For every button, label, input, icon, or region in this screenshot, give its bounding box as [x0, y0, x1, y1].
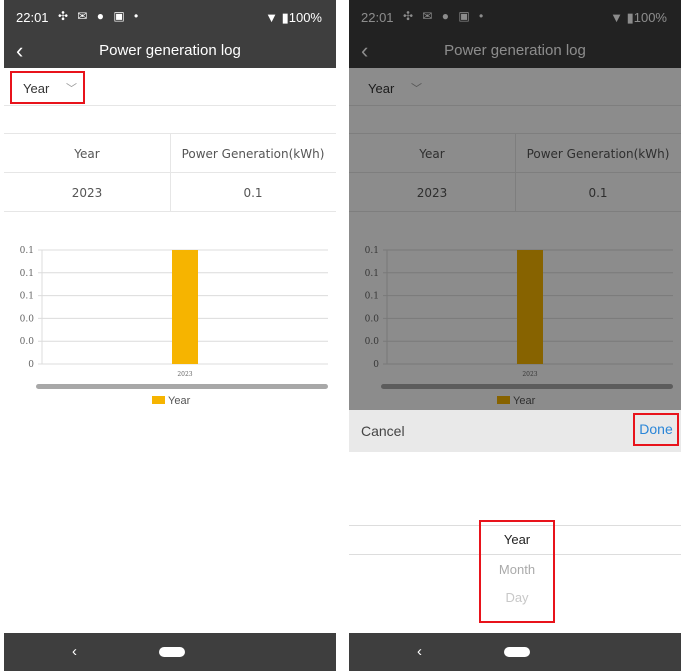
y-tick-label: 0.0 [20, 337, 35, 347]
modal-overlay[interactable] [349, 0, 681, 410]
period-picker-sheet: Cancel Done Year Month Day [349, 410, 681, 633]
generation-table: Year Power Generation(kWh) 2023 0.1 [4, 134, 336, 212]
picker-option-day[interactable]: Day [481, 590, 553, 605]
y-tick-label: 0.1 [20, 292, 34, 302]
done-button[interactable]: Done [633, 413, 679, 446]
generation-chart: 0.1 0.1 0.1 0.0 0.0 0 2023 [4, 234, 336, 419]
chart-scrollbar [36, 384, 328, 389]
table-cell-power: 0.1 [243, 186, 263, 200]
phone-screen-left: 22:01 ✣ ✉ ● ▣ • ▼ ▮100% ‹ Power generati… [4, 0, 336, 671]
y-tick-label: 0.0 [20, 314, 35, 324]
chart-bar [172, 250, 198, 364]
y-tick-label: 0.1 [20, 246, 34, 256]
system-nav-bar: ‹ [4, 633, 336, 671]
status-bar: 22:01 ✣ ✉ ● ▣ • ▼ ▮100% [4, 0, 336, 34]
chevron-down-icon: ﹀ [66, 83, 77, 95]
page-title: Power generation log [99, 42, 241, 59]
divider [4, 106, 336, 134]
picker-option-year[interactable]: Year [481, 532, 553, 547]
nav-back-icon[interactable]: ‹ [72, 643, 77, 660]
cancel-button[interactable]: Cancel [361, 423, 405, 439]
filter-row: Year ﹀ [4, 68, 336, 106]
picker-option-month[interactable]: Month [481, 562, 553, 577]
y-tick-label: 0 [28, 360, 34, 370]
table-cell-year: 2023 [71, 186, 103, 200]
legend-swatch [152, 396, 165, 404]
chart-legend: Year [152, 395, 190, 407]
phone-screen-right: 22:01 ✣ ✉ ● ▣ • ▼ ▮100% ‹ Power generati… [349, 0, 681, 671]
period-dropdown[interactable]: Year ﹀ [10, 71, 85, 104]
nav-home-icon[interactable] [504, 647, 530, 657]
status-time: 22:01 [16, 10, 49, 25]
table-header-power: Power Generation(kWh) [181, 147, 325, 161]
y-tick-label: 0.1 [20, 269, 34, 279]
app-bar: ‹ Power generation log [4, 34, 336, 68]
period-dropdown-value: Year [23, 81, 50, 96]
x-tick-label: 2023 [177, 371, 192, 378]
table-header-row: Year Power Generation(kWh) [4, 134, 336, 173]
chart-svg: 0.1 0.1 0.1 0.0 0.0 0 2023 [20, 246, 328, 389]
nav-home-icon[interactable] [159, 647, 185, 657]
nav-back-icon[interactable]: ‹ [417, 643, 422, 660]
legend-label: Year [168, 395, 191, 407]
battery-indicator: ▼ ▮100% [265, 10, 322, 25]
system-nav-bar: ‹ [349, 633, 681, 671]
table-row: 2023 0.1 [4, 173, 336, 212]
period-picker-wheel[interactable]: Year Month Day [479, 520, 555, 623]
table-header-year: Year [74, 147, 100, 161]
picker-toolbar: Cancel Done [349, 410, 681, 452]
status-icons: ✣ ✉ ● ▣ • [58, 9, 142, 23]
